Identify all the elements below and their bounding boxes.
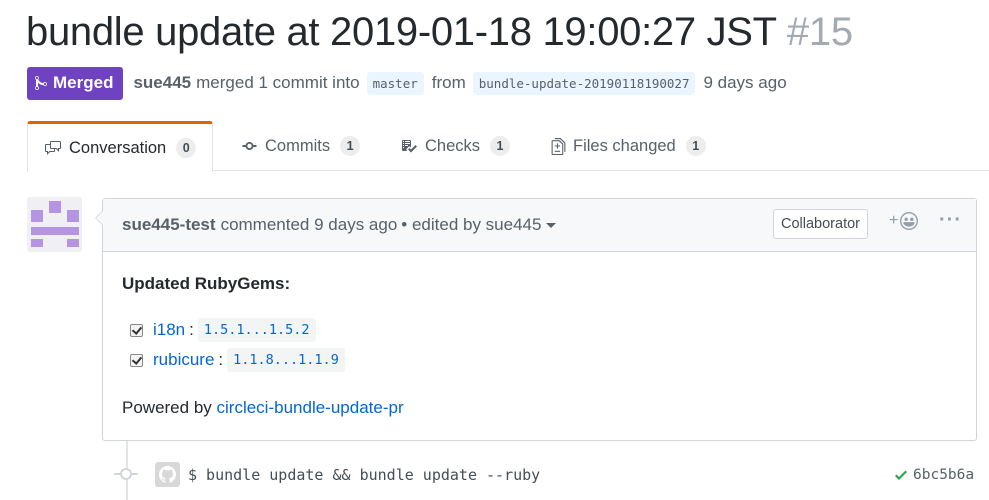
add-reaction-button[interactable]: +	[889, 212, 919, 230]
pr-meta: Merged sue445 merged 1 commit into maste…	[27, 66, 787, 100]
check-icon[interactable]	[894, 467, 908, 483]
comment-heading: Updated RubyGems:	[122, 274, 291, 293]
tab-label: Checks	[425, 136, 481, 155]
comment-author-link[interactable]: sue445-test	[122, 215, 216, 235]
colon: :	[218, 350, 224, 369]
collaborator-label: Collaborator	[773, 209, 868, 239]
pr-tabnav: Conversation 0 Commits 1 Checks 1 Files …	[27, 121, 989, 172]
comment-discussion-icon	[45, 141, 61, 155]
pr-title-text: bundle update at 2019-01-18 19:00:27 JST	[26, 10, 777, 54]
git-commit-icon	[120, 468, 132, 480]
tab-label: Commits	[265, 136, 331, 155]
kebab-horizontal-icon[interactable]: ···	[939, 209, 962, 232]
caret-down-icon	[546, 223, 557, 229]
file-diff-icon	[551, 137, 566, 155]
merge-text: merged 1 commit into	[196, 73, 360, 92]
github-mark-icon	[159, 466, 176, 483]
powered-by-link[interactable]: circleci-bundle-update-pr	[217, 398, 404, 417]
head-branch[interactable]: bundle-update-20190118190027	[472, 71, 696, 95]
task-list: i18n: 1.5.1...1.5.2 rubicure: 1.1.8...1.…	[122, 315, 957, 375]
tab-counter: 1	[685, 136, 706, 156]
list-item: i18n: 1.5.1...1.5.2	[122, 315, 957, 345]
commit-row: $ bundle update && bundle update --ruby …	[102, 458, 977, 492]
pr-age: 9 days ago	[703, 73, 787, 92]
comment-body: Updated RubyGems: i18n: 1.5.1...1.5.2 ru…	[103, 252, 976, 438]
tab-files-changed[interactable]: Files changed 1	[551, 121, 706, 171]
list-item: rubicure: 1.1.8...1.1.9	[122, 345, 957, 375]
git-merge-icon	[35, 75, 47, 91]
git-commit-icon	[242, 142, 257, 150]
powered-by-text: Powered by	[122, 398, 212, 417]
tab-counter: 1	[490, 136, 511, 156]
comment-header: sue445-test commented 9 days ago • edite…	[103, 199, 976, 252]
compare-range-link[interactable]: 1.1.8...1.1.9	[227, 348, 345, 372]
base-branch[interactable]: master	[366, 71, 424, 95]
task-checkbox[interactable]	[130, 323, 143, 337]
commit-message[interactable]: $ bundle update && bundle update --ruby	[188, 466, 540, 484]
edited-by-text: • edited by sue445	[401, 215, 542, 234]
commit-status: 6bc5b6a	[894, 467, 974, 483]
comment-box: sue445-test commented 9 days ago • edite…	[95, 198, 977, 441]
compare-range-link[interactable]: 1.5.1...1.5.2	[197, 318, 316, 342]
tab-checks[interactable]: Checks 1	[400, 121, 511, 171]
from-text: from	[431, 73, 466, 92]
edited-by-dropdown[interactable]: • edited by sue445	[401, 215, 557, 235]
tab-counter: 0	[176, 138, 197, 158]
pr-author-link[interactable]: sue445	[133, 73, 191, 93]
gem-link[interactable]: i18n	[153, 320, 185, 340]
colon: :	[189, 320, 194, 339]
tab-label: Conversation	[69, 138, 167, 157]
tab-counter: 1	[340, 136, 361, 156]
checklist-icon	[402, 140, 417, 153]
commit-avatar[interactable]	[155, 462, 180, 487]
tab-commits[interactable]: Commits 1	[241, 121, 361, 171]
pr-title: bundle update at 2019-01-18 19:00:27 JST…	[26, 10, 853, 55]
commenter-avatar[interactable]	[27, 197, 82, 252]
plus-icon: +	[889, 212, 899, 229]
gem-link[interactable]: rubicure	[153, 350, 214, 370]
pr-number: #15	[786, 10, 853, 54]
task-checkbox[interactable]	[130, 353, 143, 367]
powered-by: Powered by circleci-bundle-update-pr	[122, 398, 957, 418]
tab-label: Files changed	[573, 136, 676, 155]
merged-state-badge: Merged	[27, 66, 124, 100]
tab-conversation[interactable]: Conversation 0	[27, 121, 214, 172]
comment-timestamp[interactable]: commented 9 days ago	[221, 215, 398, 235]
state-label: Merged	[53, 73, 114, 92]
commit-sha-link[interactable]: 6bc5b6a	[913, 467, 974, 483]
smiley-icon	[900, 212, 919, 230]
